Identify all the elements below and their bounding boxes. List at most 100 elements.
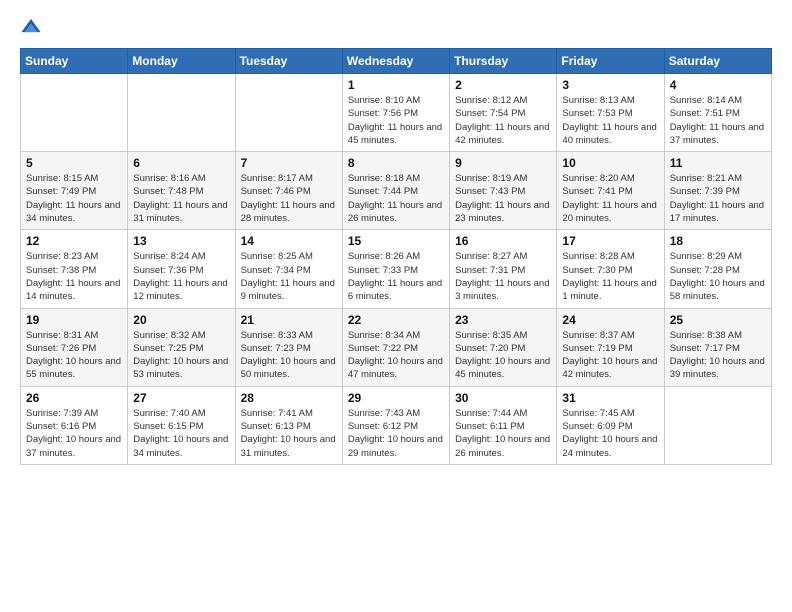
day-info: Sunrise: 8:35 AMSunset: 7:20 PMDaylight:… — [455, 329, 551, 382]
day-cell-20: 20 Sunrise: 8:32 AMSunset: 7:25 PMDayligh… — [128, 308, 235, 386]
day-cell-25: 25Sunrise: 8:38 AMSunset: 7:17 PMDayligh… — [664, 308, 771, 386]
day-cell-17: 17 Sunrise: 8:28 AMSunset: 7:30 PMDayligh… — [557, 230, 664, 308]
day-number: 19 — [26, 313, 122, 327]
page: SundayMondayTuesdayWednesdayThursdayFrid… — [0, 0, 792, 612]
header-day-wednesday: Wednesday — [342, 49, 449, 74]
week-row-2: 12Sunrise: 8:23 AMSunset: 7:38 PMDayligh… — [21, 230, 772, 308]
day-info: Sunrise: 8:37 AMSunset: 7:19 PMDaylight:… — [562, 329, 658, 382]
day-info: Sunrise: 8:26 AMSunset: 7:33 PMDaylight:… — [348, 250, 444, 303]
day-cell-14: 14 Sunrise: 8:25 AMSunset: 7:34 PMDayligh… — [235, 230, 342, 308]
day-info: Sunrise: 8:32 AMSunset: 7:25 PMDaylight:… — [133, 329, 229, 382]
day-cell-1: 1 Sunrise: 8:10 AMSunset: 7:56 PMDaylight… — [342, 74, 449, 152]
calendar-header: SundayMondayTuesdayWednesdayThursdayFrid… — [21, 49, 772, 74]
day-number: 5 — [26, 156, 122, 170]
day-cell-24: 24 Sunrise: 8:37 AMSunset: 7:19 PMDayligh… — [557, 308, 664, 386]
day-cell-4: 4 Sunrise: 8:14 AMSunset: 7:51 PMDaylight… — [664, 74, 771, 152]
day-info: Sunrise: 8:27 AMSunset: 7:31 PMDaylight:… — [455, 250, 551, 303]
day-number: 20 — [133, 313, 229, 327]
day-number: 9 — [455, 156, 551, 170]
day-info: Sunrise: 8:13 AMSunset: 7:53 PMDaylight:… — [562, 94, 658, 147]
day-number: 18 — [670, 234, 766, 248]
day-cell-3: 3 Sunrise: 8:13 AMSunset: 7:53 PMDaylight… — [557, 74, 664, 152]
day-number: 8 — [348, 156, 444, 170]
header-day-monday: Monday — [128, 49, 235, 74]
day-info: Sunrise: 7:45 AMSunset: 6:09 PMDaylight:… — [562, 407, 658, 460]
day-info: Sunrise: 8:31 AMSunset: 7:26 PMDaylight:… — [26, 329, 122, 382]
empty-cell — [235, 74, 342, 152]
day-number: 22 — [348, 313, 444, 327]
day-number: 7 — [241, 156, 337, 170]
day-info: Sunrise: 8:17 AMSunset: 7:46 PMDaylight:… — [241, 172, 337, 225]
day-number: 24 — [562, 313, 658, 327]
day-info: Sunrise: 8:33 AMSunset: 7:23 PMDaylight:… — [241, 329, 337, 382]
empty-cell — [664, 386, 771, 464]
day-number: 1 — [348, 78, 444, 92]
day-number: 2 — [455, 78, 551, 92]
day-cell-13: 13 Sunrise: 8:24 AMSunset: 7:36 PMDayligh… — [128, 230, 235, 308]
week-row-1: 5 Sunrise: 8:15 AMSunset: 7:49 PMDaylight… — [21, 152, 772, 230]
day-cell-10: 10 Sunrise: 8:20 AMSunset: 7:41 PMDayligh… — [557, 152, 664, 230]
day-number: 27 — [133, 391, 229, 405]
day-info: Sunrise: 7:43 AMSunset: 6:12 PMDaylight:… — [348, 407, 444, 460]
day-cell-6: 6 Sunrise: 8:16 AMSunset: 7:48 PMDaylight… — [128, 152, 235, 230]
day-number: 6 — [133, 156, 229, 170]
day-number: 21 — [241, 313, 337, 327]
day-number: 12 — [26, 234, 122, 248]
day-cell-30: 30Sunrise: 7:44 AMSunset: 6:11 PMDayligh… — [450, 386, 557, 464]
day-info: Sunrise: 8:15 AMSunset: 7:49 PMDaylight:… — [26, 172, 122, 225]
header-day-friday: Friday — [557, 49, 664, 74]
day-info: Sunrise: 7:39 AMSunset: 6:16 PMDaylight:… — [26, 407, 122, 460]
day-number: 4 — [670, 78, 766, 92]
day-info: Sunrise: 8:34 AMSunset: 7:22 PMDaylight:… — [348, 329, 444, 382]
day-number: 13 — [133, 234, 229, 248]
day-cell-29: 29Sunrise: 7:43 AMSunset: 6:12 PMDayligh… — [342, 386, 449, 464]
day-cell-21: 21 Sunrise: 8:33 AMSunset: 7:23 PMDayligh… — [235, 308, 342, 386]
calendar: SundayMondayTuesdayWednesdayThursdayFrid… — [20, 48, 772, 465]
day-cell-26: 26 Sunrise: 7:39 AMSunset: 6:16 PMDayligh… — [21, 386, 128, 464]
day-number: 28 — [241, 391, 337, 405]
calendar-body: 1 Sunrise: 8:10 AMSunset: 7:56 PMDaylight… — [21, 74, 772, 465]
day-cell-11: 11Sunrise: 8:21 AMSunset: 7:39 PMDayligh… — [664, 152, 771, 230]
day-number: 26 — [26, 391, 122, 405]
day-info: Sunrise: 8:38 AMSunset: 7:17 PMDaylight:… — [670, 329, 766, 382]
day-info: Sunrise: 8:18 AMSunset: 7:44 PMDaylight:… — [348, 172, 444, 225]
day-cell-16: 16Sunrise: 8:27 AMSunset: 7:31 PMDayligh… — [450, 230, 557, 308]
day-number: 30 — [455, 391, 551, 405]
week-row-4: 26 Sunrise: 7:39 AMSunset: 6:16 PMDayligh… — [21, 386, 772, 464]
day-number: 14 — [241, 234, 337, 248]
day-info: Sunrise: 7:41 AMSunset: 6:13 PMDaylight:… — [241, 407, 337, 460]
day-number: 23 — [455, 313, 551, 327]
day-info: Sunrise: 8:14 AMSunset: 7:51 PMDaylight:… — [670, 94, 766, 147]
header-day-saturday: Saturday — [664, 49, 771, 74]
day-info: Sunrise: 8:16 AMSunset: 7:48 PMDaylight:… — [133, 172, 229, 225]
day-cell-7: 7 Sunrise: 8:17 AMSunset: 7:46 PMDaylight… — [235, 152, 342, 230]
day-number: 10 — [562, 156, 658, 170]
day-number: 17 — [562, 234, 658, 248]
header-row: SundayMondayTuesdayWednesdayThursdayFrid… — [21, 49, 772, 74]
day-info: Sunrise: 8:10 AMSunset: 7:56 PMDaylight:… — [348, 94, 444, 147]
day-info: Sunrise: 7:40 AMSunset: 6:15 PMDaylight:… — [133, 407, 229, 460]
logo — [20, 16, 46, 38]
day-info: Sunrise: 8:21 AMSunset: 7:39 PMDaylight:… — [670, 172, 766, 225]
header-day-thursday: Thursday — [450, 49, 557, 74]
day-info: Sunrise: 8:20 AMSunset: 7:41 PMDaylight:… — [562, 172, 658, 225]
logo-icon — [20, 16, 42, 38]
header — [20, 16, 772, 38]
header-day-sunday: Sunday — [21, 49, 128, 74]
day-cell-19: 19 Sunrise: 8:31 AMSunset: 7:26 PMDayligh… — [21, 308, 128, 386]
week-row-3: 19 Sunrise: 8:31 AMSunset: 7:26 PMDayligh… — [21, 308, 772, 386]
day-info: Sunrise: 8:19 AMSunset: 7:43 PMDaylight:… — [455, 172, 551, 225]
day-cell-12: 12Sunrise: 8:23 AMSunset: 7:38 PMDayligh… — [21, 230, 128, 308]
day-cell-27: 27 Sunrise: 7:40 AMSunset: 6:15 PMDayligh… — [128, 386, 235, 464]
day-cell-9: 9 Sunrise: 8:19 AMSunset: 7:43 PMDaylight… — [450, 152, 557, 230]
day-info: Sunrise: 8:12 AMSunset: 7:54 PMDaylight:… — [455, 94, 551, 147]
day-cell-8: 8 Sunrise: 8:18 AMSunset: 7:44 PMDaylight… — [342, 152, 449, 230]
day-number: 31 — [562, 391, 658, 405]
week-row-0: 1 Sunrise: 8:10 AMSunset: 7:56 PMDaylight… — [21, 74, 772, 152]
day-info: Sunrise: 8:24 AMSunset: 7:36 PMDaylight:… — [133, 250, 229, 303]
day-info: Sunrise: 8:28 AMSunset: 7:30 PMDaylight:… — [562, 250, 658, 303]
empty-cell — [128, 74, 235, 152]
day-info: Sunrise: 8:25 AMSunset: 7:34 PMDaylight:… — [241, 250, 337, 303]
day-number: 3 — [562, 78, 658, 92]
day-cell-18: 18Sunrise: 8:29 AMSunset: 7:28 PMDayligh… — [664, 230, 771, 308]
